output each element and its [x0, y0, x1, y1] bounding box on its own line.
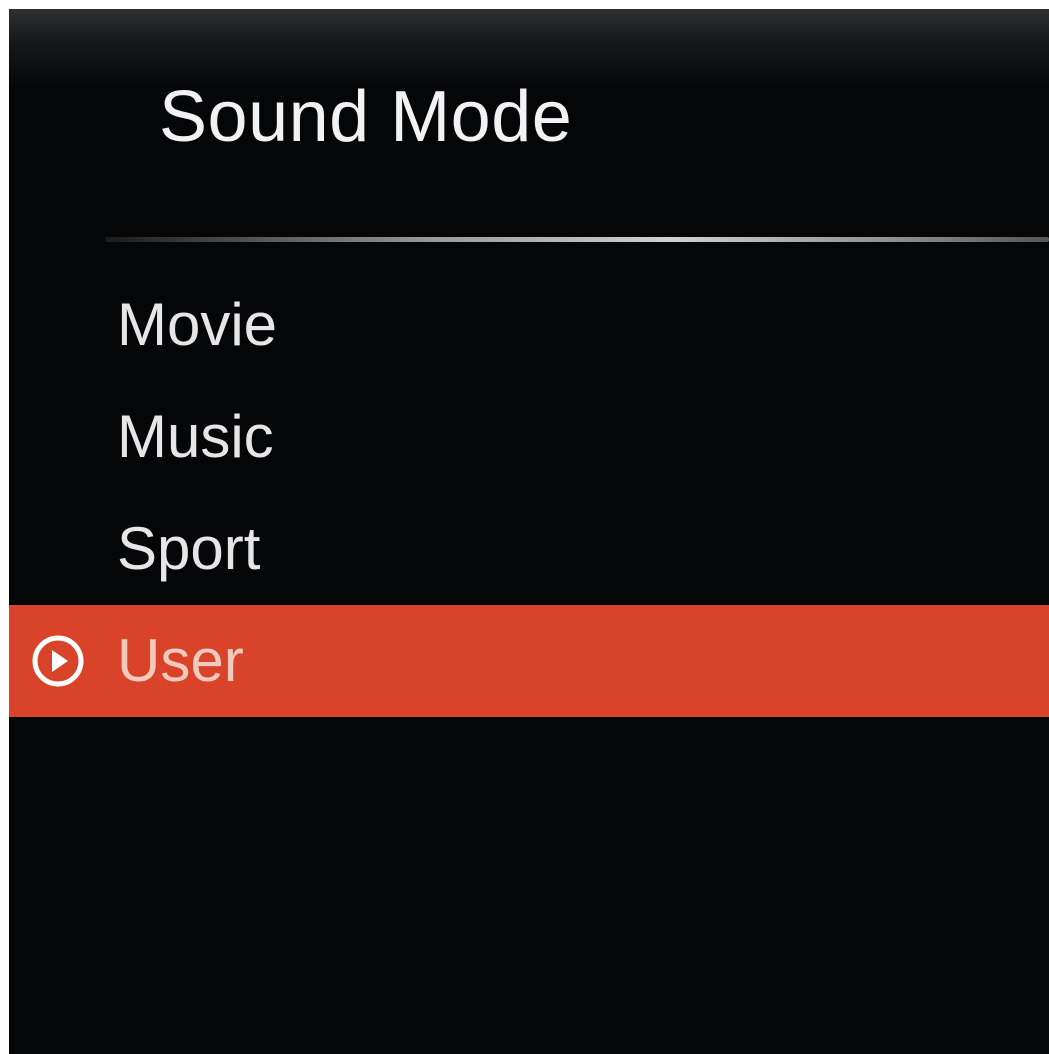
menu-item-user[interactable]: User [9, 605, 1049, 717]
sound-mode-panel: Sound Mode Movie Music Sport User [9, 9, 1049, 1054]
menu-item-music[interactable]: Music [9, 381, 1049, 493]
menu-item-label: User [117, 627, 244, 694]
menu-item-label: Movie [117, 291, 278, 358]
menu-item-movie[interactable]: Movie [9, 269, 1049, 381]
menu-item-sport[interactable]: Sport [9, 493, 1049, 605]
menu-item-label: Sport [117, 515, 261, 582]
play-circle-icon [32, 635, 84, 687]
title-divider [105, 237, 1049, 242]
menu-title: Sound Mode [159, 77, 573, 157]
menu-item-label: Music [117, 403, 274, 470]
sound-mode-list: Movie Music Sport User [9, 269, 1049, 717]
